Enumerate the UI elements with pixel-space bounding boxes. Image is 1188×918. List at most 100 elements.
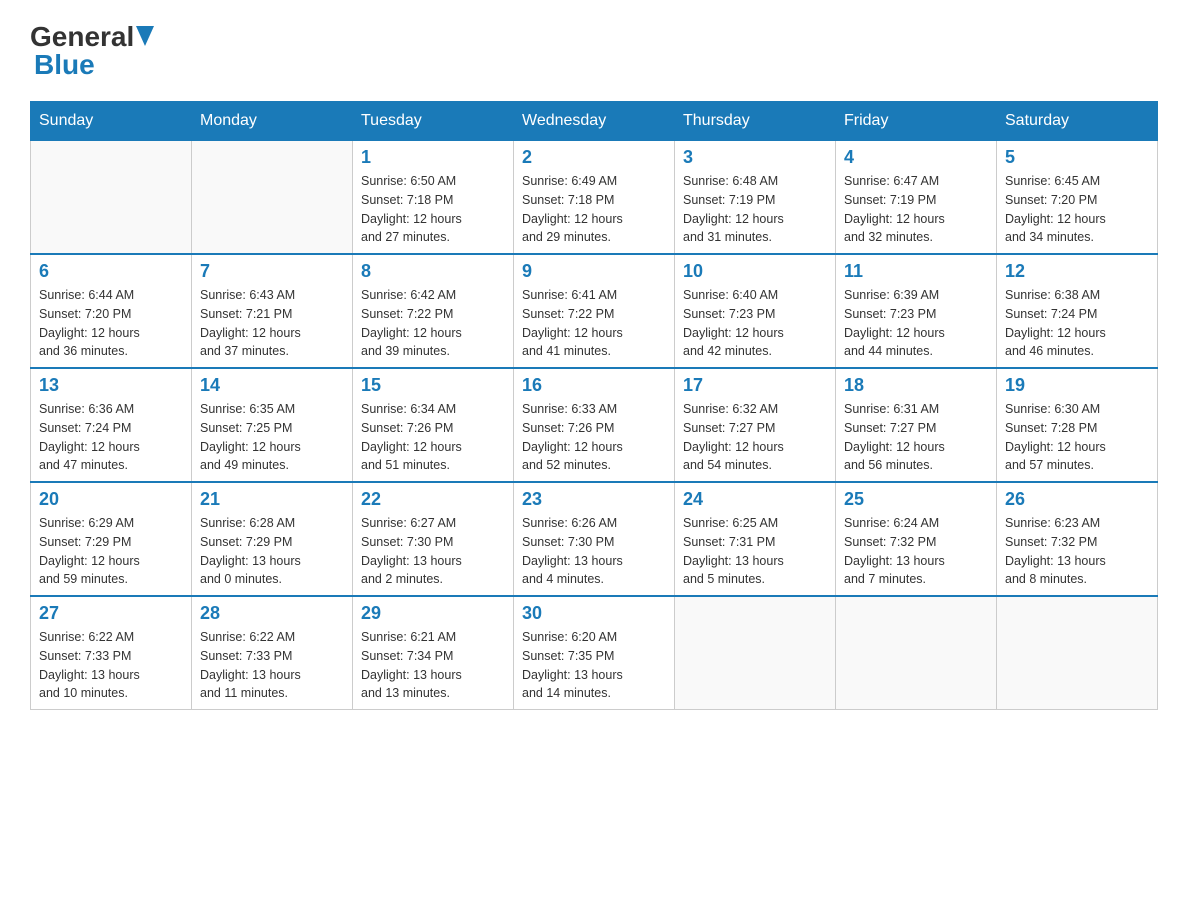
calendar-cell: 21 Sunrise: 6:28 AMSunset: 7:29 PMDayligh… xyxy=(192,482,353,596)
calendar-week-row: 20 Sunrise: 6:29 AMSunset: 7:29 PMDayligh… xyxy=(31,482,1158,596)
day-info: Sunrise: 6:28 AMSunset: 7:29 PMDaylight:… xyxy=(200,514,344,589)
day-info: Sunrise: 6:25 AMSunset: 7:31 PMDaylight:… xyxy=(683,514,827,589)
day-info: Sunrise: 6:45 AMSunset: 7:20 PMDaylight:… xyxy=(1005,172,1149,247)
day-info: Sunrise: 6:33 AMSunset: 7:26 PMDaylight:… xyxy=(522,400,666,475)
calendar-cell: 30 Sunrise: 6:20 AMSunset: 7:35 PMDayligh… xyxy=(514,596,675,710)
day-info: Sunrise: 6:27 AMSunset: 7:30 PMDaylight:… xyxy=(361,514,505,589)
calendar-cell: 11 Sunrise: 6:39 AMSunset: 7:23 PMDayligh… xyxy=(836,254,997,368)
day-info: Sunrise: 6:20 AMSunset: 7:35 PMDaylight:… xyxy=(522,628,666,703)
day-info: Sunrise: 6:35 AMSunset: 7:25 PMDaylight:… xyxy=(200,400,344,475)
calendar-cell: 9 Sunrise: 6:41 AMSunset: 7:22 PMDaylight… xyxy=(514,254,675,368)
day-number: 29 xyxy=(361,603,505,624)
logo-general-text: General xyxy=(30,21,134,53)
day-info: Sunrise: 6:42 AMSunset: 7:22 PMDaylight:… xyxy=(361,286,505,361)
calendar-cell: 19 Sunrise: 6:30 AMSunset: 7:28 PMDayligh… xyxy=(997,368,1158,482)
day-number: 7 xyxy=(200,261,344,282)
day-number: 2 xyxy=(522,147,666,168)
calendar-cell: 6 Sunrise: 6:44 AMSunset: 7:20 PMDaylight… xyxy=(31,254,192,368)
calendar-cell: 20 Sunrise: 6:29 AMSunset: 7:29 PMDayligh… xyxy=(31,482,192,596)
calendar-cell xyxy=(836,596,997,710)
day-number: 19 xyxy=(1005,375,1149,396)
day-number: 22 xyxy=(361,489,505,510)
day-info: Sunrise: 6:31 AMSunset: 7:27 PMDaylight:… xyxy=(844,400,988,475)
day-number: 10 xyxy=(683,261,827,282)
day-number: 15 xyxy=(361,375,505,396)
calendar-cell: 23 Sunrise: 6:26 AMSunset: 7:30 PMDayligh… xyxy=(514,482,675,596)
day-info: Sunrise: 6:43 AMSunset: 7:21 PMDaylight:… xyxy=(200,286,344,361)
calendar-table: SundayMondayTuesdayWednesdayThursdayFrid… xyxy=(30,101,1158,710)
calendar-header-thursday: Thursday xyxy=(675,102,836,141)
calendar-week-row: 13 Sunrise: 6:36 AMSunset: 7:24 PMDayligh… xyxy=(31,368,1158,482)
day-info: Sunrise: 6:39 AMSunset: 7:23 PMDaylight:… xyxy=(844,286,988,361)
day-info: Sunrise: 6:29 AMSunset: 7:29 PMDaylight:… xyxy=(39,514,183,589)
calendar-cell: 7 Sunrise: 6:43 AMSunset: 7:21 PMDaylight… xyxy=(192,254,353,368)
calendar-cell: 8Sunrise: 6:42 AMSunset: 7:22 PMDaylight… xyxy=(353,254,514,368)
day-info: Sunrise: 6:44 AMSunset: 7:20 PMDaylight:… xyxy=(39,286,183,361)
day-info: Sunrise: 6:34 AMSunset: 7:26 PMDaylight:… xyxy=(361,400,505,475)
day-info: Sunrise: 6:47 AMSunset: 7:19 PMDaylight:… xyxy=(844,172,988,247)
calendar-cell: 28 Sunrise: 6:22 AMSunset: 7:33 PMDayligh… xyxy=(192,596,353,710)
day-info: Sunrise: 6:49 AMSunset: 7:18 PMDaylight:… xyxy=(522,172,666,247)
calendar-cell xyxy=(192,141,353,255)
day-info: Sunrise: 6:41 AMSunset: 7:22 PMDaylight:… xyxy=(522,286,666,361)
calendar-cell xyxy=(31,141,192,255)
day-number: 14 xyxy=(200,375,344,396)
calendar-cell: 27Sunrise: 6:22 AMSunset: 7:33 PMDayligh… xyxy=(31,596,192,710)
day-info: Sunrise: 6:26 AMSunset: 7:30 PMDaylight:… xyxy=(522,514,666,589)
calendar-cell: 5 Sunrise: 6:45 AMSunset: 7:20 PMDaylight… xyxy=(997,141,1158,255)
day-number: 1 xyxy=(361,147,505,168)
day-number: 9 xyxy=(522,261,666,282)
calendar-cell: 17Sunrise: 6:32 AMSunset: 7:27 PMDayligh… xyxy=(675,368,836,482)
day-number: 24 xyxy=(683,489,827,510)
day-number: 26 xyxy=(1005,489,1149,510)
day-info: Sunrise: 6:21 AMSunset: 7:34 PMDaylight:… xyxy=(361,628,505,703)
day-number: 5 xyxy=(1005,147,1149,168)
day-info: Sunrise: 6:50 AMSunset: 7:18 PMDaylight:… xyxy=(361,172,505,247)
calendar-cell: 4 Sunrise: 6:47 AMSunset: 7:19 PMDaylight… xyxy=(836,141,997,255)
calendar-header-row: SundayMondayTuesdayWednesdayThursdayFrid… xyxy=(31,102,1158,141)
calendar-cell: 24 Sunrise: 6:25 AMSunset: 7:31 PMDayligh… xyxy=(675,482,836,596)
day-number: 21 xyxy=(200,489,344,510)
day-number: 6 xyxy=(39,261,183,282)
calendar-header-sunday: Sunday xyxy=(31,102,192,141)
day-number: 16 xyxy=(522,375,666,396)
calendar-header-friday: Friday xyxy=(836,102,997,141)
day-number: 3 xyxy=(683,147,827,168)
day-number: 11 xyxy=(844,261,988,282)
logo-arrow-icon xyxy=(136,26,154,48)
calendar-cell: 13 Sunrise: 6:36 AMSunset: 7:24 PMDayligh… xyxy=(31,368,192,482)
day-info: Sunrise: 6:30 AMSunset: 7:28 PMDaylight:… xyxy=(1005,400,1149,475)
day-number: 28 xyxy=(200,603,344,624)
day-number: 30 xyxy=(522,603,666,624)
calendar-week-row: 27Sunrise: 6:22 AMSunset: 7:33 PMDayligh… xyxy=(31,596,1158,710)
calendar-cell: 3Sunrise: 6:48 AMSunset: 7:19 PMDaylight… xyxy=(675,141,836,255)
day-number: 4 xyxy=(844,147,988,168)
calendar-header-tuesday: Tuesday xyxy=(353,102,514,141)
day-number: 12 xyxy=(1005,261,1149,282)
calendar-cell: 12Sunrise: 6:38 AMSunset: 7:24 PMDayligh… xyxy=(997,254,1158,368)
calendar-header-saturday: Saturday xyxy=(997,102,1158,141)
calendar-cell: 2 Sunrise: 6:49 AMSunset: 7:18 PMDaylight… xyxy=(514,141,675,255)
calendar-cell: 10Sunrise: 6:40 AMSunset: 7:23 PMDayligh… xyxy=(675,254,836,368)
day-info: Sunrise: 6:22 AMSunset: 7:33 PMDaylight:… xyxy=(39,628,183,703)
day-number: 20 xyxy=(39,489,183,510)
day-number: 17 xyxy=(683,375,827,396)
calendar-cell: 16 Sunrise: 6:33 AMSunset: 7:26 PMDayligh… xyxy=(514,368,675,482)
day-number: 18 xyxy=(844,375,988,396)
calendar-cell xyxy=(997,596,1158,710)
day-number: 25 xyxy=(844,489,988,510)
day-number: 13 xyxy=(39,375,183,396)
calendar-cell: 15 Sunrise: 6:34 AMSunset: 7:26 PMDayligh… xyxy=(353,368,514,482)
calendar-cell: 22 Sunrise: 6:27 AMSunset: 7:30 PMDayligh… xyxy=(353,482,514,596)
calendar-cell: 29 Sunrise: 6:21 AMSunset: 7:34 PMDayligh… xyxy=(353,596,514,710)
day-info: Sunrise: 6:22 AMSunset: 7:33 PMDaylight:… xyxy=(200,628,344,703)
day-info: Sunrise: 6:36 AMSunset: 7:24 PMDaylight:… xyxy=(39,400,183,475)
calendar-cell: 18 Sunrise: 6:31 AMSunset: 7:27 PMDayligh… xyxy=(836,368,997,482)
day-number: 23 xyxy=(522,489,666,510)
calendar-cell: 14 Sunrise: 6:35 AMSunset: 7:25 PMDayligh… xyxy=(192,368,353,482)
day-info: Sunrise: 6:24 AMSunset: 7:32 PMDaylight:… xyxy=(844,514,988,589)
calendar-week-row: 6 Sunrise: 6:44 AMSunset: 7:20 PMDaylight… xyxy=(31,254,1158,368)
logo: General Blue xyxy=(30,20,154,81)
day-info: Sunrise: 6:23 AMSunset: 7:32 PMDaylight:… xyxy=(1005,514,1149,589)
calendar-header-wednesday: Wednesday xyxy=(514,102,675,141)
